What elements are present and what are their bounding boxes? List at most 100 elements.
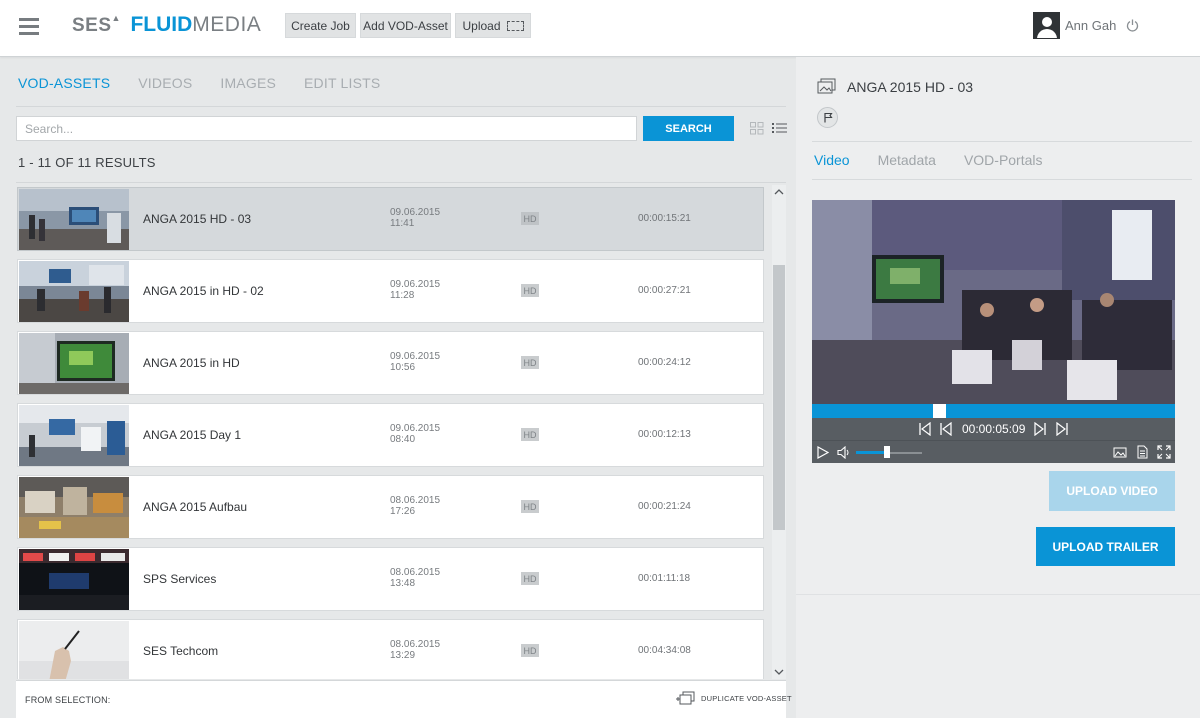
volume-slider-handle[interactable] — [884, 446, 890, 458]
asset-date: 09.06.2015 10:56 — [390, 351, 440, 373]
play-icon[interactable] — [817, 446, 829, 459]
tab-edit-lists[interactable]: EDIT LISTS — [304, 75, 380, 91]
menu-icon[interactable] — [19, 18, 39, 35]
detail-tabs: Video Metadata VOD-Portals — [814, 152, 1071, 168]
fullscreen-icon[interactable] — [1157, 445, 1171, 459]
tab-vod-portals[interactable]: VOD-Portals — [964, 152, 1043, 168]
hd-badge: HD — [521, 644, 539, 657]
asset-thumbnail — [19, 189, 129, 250]
asset-duration: 00:01:11:18 — [638, 573, 691, 584]
asset-row[interactable]: SPS Services 08.06.2015 13:48 HD 00:01:1… — [17, 547, 764, 611]
asset-date-time: 08:40 — [390, 434, 416, 445]
asset-date: 08.06.2015 13:48 — [390, 567, 440, 589]
asset-row[interactable]: ANGA 2015 HD - 03 09.06.2015 11:41 HD 00… — [17, 187, 764, 251]
asset-date: 09.06.2015 11:41 — [390, 207, 440, 229]
asset-title: ANGA 2015 Aufbau — [143, 500, 248, 514]
hd-badge: HD — [521, 212, 539, 225]
divider — [812, 179, 1192, 180]
asset-date-day: 09.06.2015 — [390, 351, 441, 362]
asset-thumbnail — [19, 477, 129, 538]
upload-video-button[interactable]: UPLOAD VIDEO — [1049, 471, 1175, 511]
user-name: Ann Gah — [1065, 17, 1117, 33]
search-button[interactable]: SEARCH — [643, 116, 734, 141]
asset-title: ANGA 2015 Day 1 — [143, 428, 242, 442]
grid-view-icon[interactable] — [750, 122, 764, 135]
asset-row[interactable]: ANGA 2015 Aufbau 08.06.2015 17:26 HD 00:… — [17, 475, 764, 539]
asset-duration: 00:00:24:12 — [638, 357, 691, 368]
skip-to-start-icon[interactable] — [918, 422, 932, 436]
asset-date-day: 08.06.2015 — [390, 639, 441, 650]
hd-badge: HD — [521, 284, 539, 297]
user-menu[interactable]: Ann Gah — [1033, 11, 1116, 39]
divider — [812, 141, 1192, 142]
add-vod-asset-button[interactable]: Add VOD-Asset — [360, 13, 451, 38]
power-icon[interactable] — [1126, 19, 1139, 32]
volume-icon[interactable] — [837, 446, 851, 459]
asset-duration: 00:00:15:21 — [638, 213, 691, 224]
asset-date-time: 13:29 — [390, 650, 416, 661]
hd-badge: HD — [521, 500, 539, 513]
logo-ses-text: SES — [72, 15, 112, 36]
duplicate-icon — [676, 691, 695, 705]
video-progress-bar[interactable] — [812, 404, 1175, 418]
asset-detail-title: ANGA 2015 HD - 03 — [847, 79, 974, 95]
create-job-button[interactable]: Create Job — [285, 13, 356, 38]
upload-trailer-button[interactable]: UPLOAD TRAILER — [1036, 527, 1175, 566]
search-input[interactable] — [16, 116, 637, 141]
asset-date-time: 11:28 — [390, 290, 415, 301]
scroll-thumb[interactable] — [773, 265, 785, 530]
skip-to-end-icon[interactable] — [1055, 422, 1069, 436]
list-view-icon[interactable] — [772, 122, 787, 134]
create-job-label: Create Job — [291, 18, 350, 33]
top-bar: SES ▲ FLUID MEDIA Create Job Add VOD-Ass… — [0, 0, 1200, 57]
duplicate-vod-asset-label: DUPLICATE VOD-ASSET — [701, 694, 792, 703]
tab-metadata[interactable]: Metadata — [878, 152, 936, 168]
tab-images[interactable]: IMAGES — [220, 75, 276, 91]
list-scrollbar[interactable] — [772, 185, 786, 679]
document-icon[interactable] — [1137, 445, 1148, 459]
flag-icon — [823, 112, 833, 123]
asset-thumbnail — [19, 405, 129, 466]
upload-button[interactable]: Upload — [455, 13, 531, 38]
asset-thumbnail — [19, 333, 129, 394]
asset-date: 08.06.2015 13:29 — [390, 639, 440, 661]
image-stack-icon — [817, 78, 836, 94]
player-toolbar — [812, 440, 1175, 463]
progress-handle[interactable] — [933, 404, 946, 418]
asset-row[interactable]: ANGA 2015 in HD 09.06.2015 10:56 HD 00:0… — [17, 331, 764, 395]
asset-title: ANGA 2015 in HD - 02 — [143, 284, 264, 298]
from-selection-label: FROM SELECTION: — [25, 695, 111, 705]
scroll-up-icon[interactable] — [773, 187, 785, 197]
upload-area-icon — [506, 20, 524, 31]
snapshot-icon[interactable] — [1113, 446, 1127, 459]
step-back-icon[interactable] — [939, 422, 953, 436]
duplicate-vod-asset-button[interactable]: DUPLICATE VOD-ASSET — [676, 691, 792, 706]
upload-label: Upload — [462, 18, 501, 33]
asset-duration: 00:00:27:21 — [638, 285, 691, 296]
asset-list: ANGA 2015 HD - 03 09.06.2015 11:41 HD 00… — [16, 185, 772, 679]
results-count: 1 - 11 OF 11 RESULTS — [18, 155, 156, 170]
scroll-down-icon[interactable] — [773, 667, 785, 677]
asset-row[interactable]: ANGA 2015 Day 1 09.06.2015 08:40 HD 00:0… — [17, 403, 764, 467]
asset-date: 09.06.2015 08:40 — [390, 423, 440, 445]
divider — [16, 106, 786, 107]
step-forward-icon[interactable] — [1033, 422, 1047, 436]
logo: SES ▲ FLUID MEDIA — [72, 13, 261, 41]
tab-video[interactable]: Video — [814, 152, 850, 168]
divider — [16, 182, 786, 183]
asset-duration: 00:04:34:08 — [638, 645, 691, 656]
video-frame[interactable] — [812, 200, 1175, 404]
asset-title: SPS Services — [143, 572, 217, 586]
timecode: 00:00:05:09 — [962, 422, 1026, 436]
hd-badge: HD — [521, 428, 539, 441]
asset-row[interactable]: SES Techcom 08.06.2015 13:29 HD 00:04:34… — [17, 619, 764, 679]
volume-slider-fill — [856, 451, 887, 454]
asset-title: ANGA 2015 in HD — [143, 356, 240, 370]
tab-videos[interactable]: VIDEOS — [138, 75, 192, 91]
asset-thumbnail — [19, 621, 129, 679]
asset-row[interactable]: ANGA 2015 in HD - 02 09.06.2015 11:28 HD… — [17, 259, 764, 323]
flag-button[interactable] — [817, 107, 838, 128]
asset-thumbnail — [19, 549, 129, 610]
tab-vod-assets[interactable]: VOD-ASSETS — [18, 75, 110, 91]
asset-date-time: 11:41 — [390, 218, 415, 229]
